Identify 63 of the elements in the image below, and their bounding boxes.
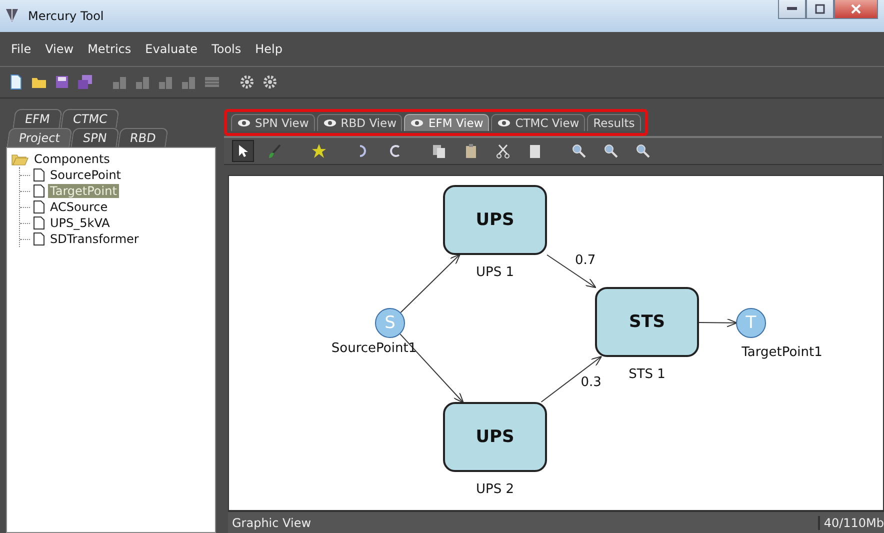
connector-arrow <box>540 356 602 402</box>
connector-arrow <box>546 254 596 288</box>
tree-item[interactable]: UPS_5kVA <box>48 216 112 230</box>
minimize-icon <box>787 7 797 11</box>
cut-icon[interactable] <box>495 143 511 159</box>
panel-tab[interactable]: RBD <box>118 128 168 147</box>
menu-item[interactable]: Evaluate <box>138 42 205 56</box>
diagram-node[interactable]: UPS <box>443 185 547 255</box>
view-tab[interactable]: Results <box>587 114 641 131</box>
tree-item[interactable]: Components <box>32 152 112 166</box>
node-label: TargetPoint1 <box>742 345 822 360</box>
restore-icon <box>815 4 825 14</box>
gear-icon[interactable] <box>262 74 278 90</box>
save-icon[interactable] <box>54 74 70 90</box>
copy-icon[interactable] <box>431 143 447 159</box>
document-icon <box>33 184 45 198</box>
new-file-icon[interactable] <box>8 74 24 90</box>
document-icon <box>33 168 45 182</box>
status-text: Graphic View <box>231 516 312 530</box>
tree-item[interactable]: ACSource <box>48 200 110 214</box>
menu-item[interactable]: View <box>38 42 81 56</box>
app-logo-icon <box>4 7 20 23</box>
menu-item[interactable]: Tools <box>204 42 248 56</box>
diagram-node[interactable]: STS <box>595 287 699 357</box>
node-label: STS 1 <box>628 367 666 382</box>
brush-icon[interactable] <box>267 143 283 159</box>
document-icon <box>33 232 45 246</box>
zoom-icon[interactable] <box>635 143 651 159</box>
view-tab[interactable]: CTMC View <box>491 114 586 131</box>
minimize-button[interactable] <box>778 0 806 19</box>
menu-item[interactable]: File <box>4 42 38 56</box>
panel-tab[interactable]: EFM <box>12 109 62 128</box>
star-icon[interactable] <box>311 143 327 159</box>
maximize-button[interactable] <box>806 0 834 19</box>
node-label: UPS 1 <box>476 265 514 280</box>
close-button[interactable] <box>834 0 878 19</box>
paste-icon[interactable] <box>463 143 479 159</box>
window-title: Mercury Tool <box>28 9 104 23</box>
save-all-icon[interactable] <box>77 74 93 90</box>
tree-item[interactable]: SourcePoint <box>48 168 124 182</box>
panel-tab[interactable]: CTMC <box>60 109 120 128</box>
edge-label: 0.3 <box>580 375 602 390</box>
tree-item[interactable]: SDTransformer <box>48 232 141 246</box>
panel-tab[interactable]: SPN <box>70 128 120 147</box>
view-tab[interactable]: SPN View <box>231 114 315 131</box>
zoom-icon[interactable] <box>571 143 587 159</box>
memory-usage: 40/110Mb <box>818 516 884 530</box>
menu-item[interactable]: Help <box>248 42 290 56</box>
diagram-node[interactable]: UPS <box>443 402 547 472</box>
connector-arrow <box>698 318 738 328</box>
view-tab[interactable]: EFM View <box>404 114 490 131</box>
view-tab[interactable]: RBD View <box>316 114 402 131</box>
document-icon <box>33 200 45 214</box>
document-icon <box>33 216 45 230</box>
gear-icon[interactable] <box>239 74 255 90</box>
close-icon <box>851 4 861 14</box>
zoom-icon[interactable] <box>603 143 619 159</box>
menu-item[interactable]: Metrics <box>80 42 138 56</box>
node-label: SourcePoint1 <box>331 341 417 356</box>
node-label: UPS 2 <box>476 482 514 497</box>
panel-tab[interactable]: Project <box>6 128 72 147</box>
connector-arrow <box>400 254 461 313</box>
edge-label: 0.7 <box>575 253 596 268</box>
